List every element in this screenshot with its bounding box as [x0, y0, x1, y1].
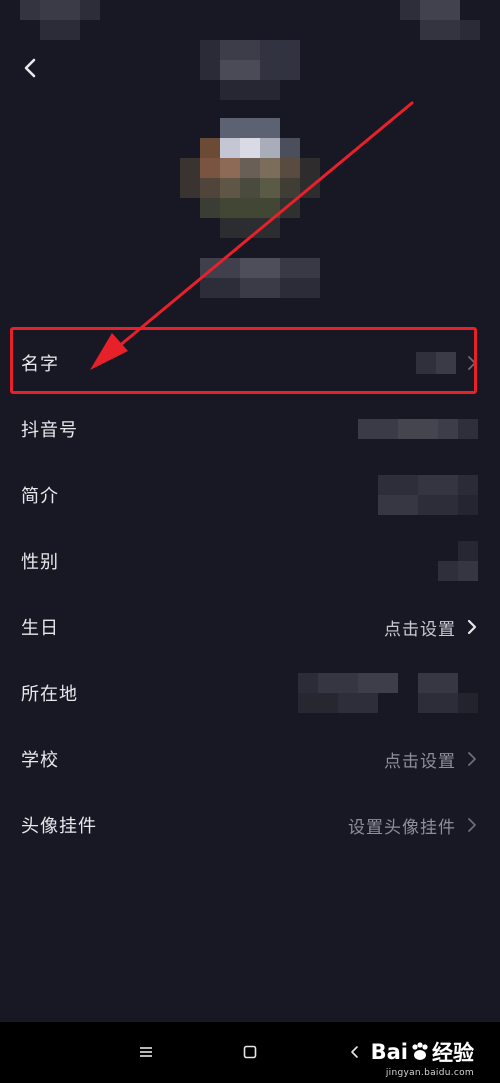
nav-menu-button[interactable] [134, 1040, 158, 1064]
row-birthday[interactable]: 生日 点击设置 [0, 594, 500, 660]
row-label: 性别 [21, 552, 59, 573]
row-avatar-pendant[interactable]: 头像挂件 设置头像挂件 [0, 792, 500, 858]
row-name[interactable]: 名字 [0, 330, 500, 396]
chevron-right-icon [467, 619, 477, 635]
row-right [298, 673, 478, 713]
page-title-blur [200, 40, 300, 100]
birthday-value: 点击设置 [384, 619, 456, 640]
avatar[interactable] [180, 118, 320, 240]
chevron-left-icon [24, 58, 36, 78]
menu-icon [140, 1047, 152, 1057]
name-value-blur [416, 352, 456, 374]
baidu-jingyan-watermark: Bai 经验 jingyan.baidu.com [371, 1037, 474, 1078]
profile-list: 名字 抖音号 简介 性别 生日 点击设置 所在地 学校 点击设置 头像挂件 设置… [0, 330, 500, 858]
row-label: 所在地 [21, 684, 78, 705]
school-value: 点击设置 [384, 751, 456, 772]
row-label: 生日 [21, 618, 59, 639]
row-right: 点击设置 [384, 615, 478, 640]
row-douyin-id[interactable]: 抖音号 [0, 396, 500, 462]
row-right: 设置头像挂件 [348, 813, 478, 838]
douyin-id-blur [358, 419, 478, 439]
row-label: 学校 [21, 750, 59, 771]
back-icon [351, 1046, 358, 1058]
row-label: 头像挂件 [21, 816, 97, 837]
row-right: 点击设置 [384, 747, 478, 772]
watermark-url: jingyan.baidu.com [385, 1068, 474, 1078]
row-label: 简介 [21, 486, 59, 507]
nav-back-button[interactable] [343, 1040, 367, 1064]
row-right [378, 475, 478, 515]
row-label: 名字 [21, 354, 59, 375]
status-bar-blur-right [400, 0, 480, 40]
paw-icon [412, 1042, 428, 1060]
location-blur [298, 673, 478, 713]
chevron-right-icon [468, 356, 476, 370]
nav-home-button[interactable] [238, 1040, 262, 1064]
square-icon [243, 1045, 257, 1059]
username-blur [200, 258, 320, 298]
gender-blur [438, 541, 478, 581]
row-right [438, 541, 478, 581]
row-location[interactable]: 所在地 [0, 660, 500, 726]
row-right [358, 419, 478, 439]
watermark-logo-text: Bai [370, 1040, 408, 1064]
chevron-right-icon [468, 818, 476, 832]
row-gender[interactable]: 性别 [0, 528, 500, 594]
bio-blur [378, 475, 478, 515]
status-bar-blur-left [20, 0, 100, 40]
row-right [416, 352, 478, 374]
watermark-logo-text2: 经验 [432, 1041, 474, 1065]
back-button[interactable] [16, 54, 44, 82]
row-school[interactable]: 学校 点击设置 [0, 726, 500, 792]
row-label: 抖音号 [21, 420, 78, 441]
row-bio[interactable]: 简介 [0, 462, 500, 528]
avatar-pendant-value: 设置头像挂件 [348, 817, 456, 838]
watermark-logo: Bai 经验 [371, 1037, 474, 1067]
chevron-right-icon [468, 752, 476, 766]
